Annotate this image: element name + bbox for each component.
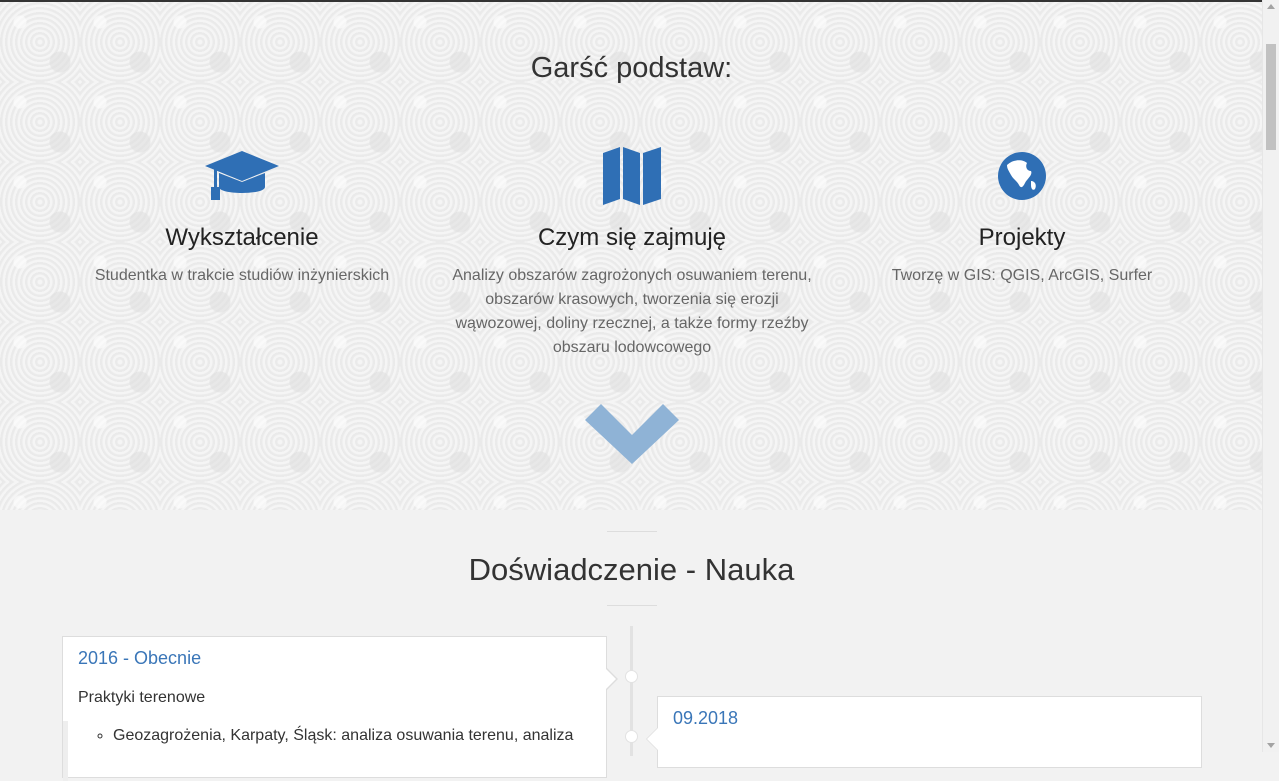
feature-text: Studentka w trakcie studiów inżynierskic… [94, 267, 390, 284]
card-pointer [605, 667, 618, 691]
feature-title: Projekty [978, 224, 1066, 251]
timeline-card: 09.2018 [646, 696, 1202, 768]
feature-title: Czym się zajmuję [537, 224, 727, 251]
section-title: Garść podstaw: [530, 52, 733, 84]
map-icon [442, 142, 822, 210]
feature-work: Czym się zajmuję Analizy obszarów zagroż… [442, 142, 822, 360]
divider [607, 531, 657, 532]
blockquote-bar [63, 721, 68, 781]
card-list: Geozagrożenia, Karpaty, Śląsk: analiza o… [113, 727, 573, 745]
scroll-down-icon[interactable] [1267, 743, 1275, 748]
timeline-dot [625, 730, 638, 743]
list-item: Geozagrożenia, Karpaty, Śląsk: analiza o… [113, 727, 573, 745]
feature-projects: Projekty Tworzę w GIS: QGIS, ArcGIS, Sur… [832, 142, 1212, 288]
card-subtitle: Praktyki terenowe [78, 689, 206, 706]
scroll-up-icon[interactable] [1267, 4, 1275, 9]
globe-icon [832, 142, 1212, 210]
graduation-cap-icon [52, 142, 432, 210]
card-date: 09.2018 [673, 708, 739, 728]
experience-section: Doświadczenie - Nauka 2016 - Obecnie Pra… [0, 510, 1263, 781]
scrollbar-thumb[interactable] [1266, 44, 1276, 150]
feature-title: Wykształcenie [165, 224, 319, 251]
timeline-dot [625, 670, 638, 683]
divider [607, 605, 657, 606]
scrollbar[interactable] [1262, 0, 1279, 752]
card-date: 2016 - Obecnie [78, 648, 202, 668]
feature-text: Tworzę w GIS: QGIS, ArcGIS, Surfer [891, 267, 1153, 284]
card-pointer [646, 727, 658, 751]
feature-text: Analizy obszarów zagrożonych osuwaniem t… [452, 267, 812, 356]
chevron-down-icon[interactable] [585, 400, 679, 469]
basics-section: Garść podstaw: Wykształcenie Studentka w… [0, 2, 1263, 510]
feature-education: Wykształcenie Studentka w trakcie studió… [52, 142, 432, 288]
timeline-card: 2016 - Obecnie Praktyki terenowe Geozagr… [62, 636, 618, 781]
section-title: Doświadczenie - Nauka [468, 552, 795, 587]
